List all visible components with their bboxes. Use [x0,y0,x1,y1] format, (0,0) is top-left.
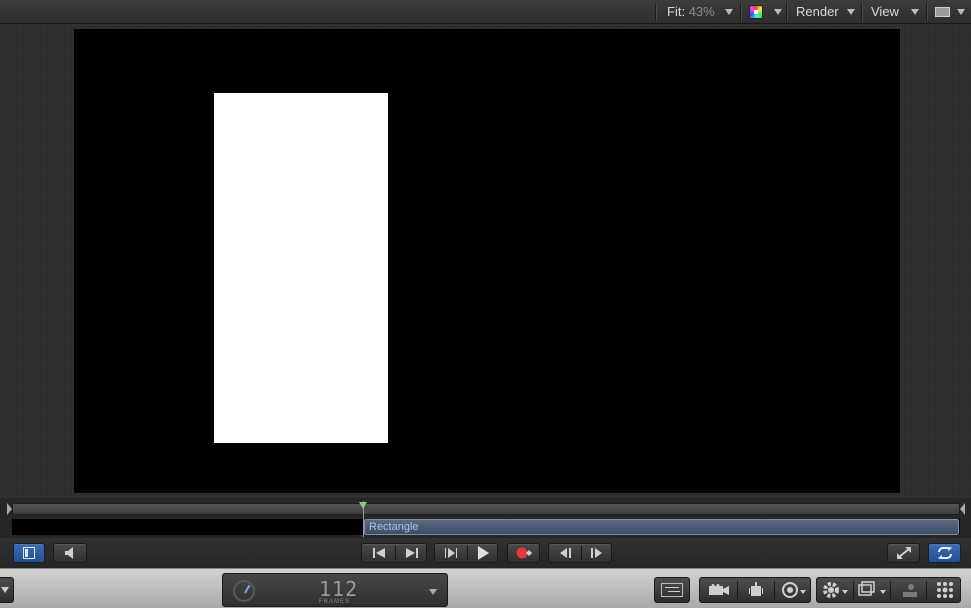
frame-number: 112 [319,577,359,601]
loop-icon [929,544,960,562]
keyframe-editor-button[interactable] [654,577,690,603]
camera-tools-group [699,577,811,603]
canvas-viewport [0,24,971,498]
left-panel-dropdown-button[interactable] [0,577,14,603]
divider [655,3,656,21]
behavior-icon[interactable] [775,578,812,602]
play-range-end-marker-icon[interactable] [960,503,965,515]
channels-dropdown-arrow-icon[interactable] [774,9,782,15]
frame-step-group [548,543,612,563]
mini-timeline: Rectangle [0,498,971,538]
transport-bar [0,538,971,568]
render-menu[interactable]: Render [796,0,839,24]
timeline-ruler[interactable] [12,503,960,515]
particles-icon[interactable] [927,578,962,602]
go-to-end-icon[interactable] [395,544,428,562]
color-channels-icon[interactable] [749,5,763,19]
timing-dropdown-arrow-icon[interactable] [429,589,437,595]
camera-icon[interactable] [700,578,737,602]
speaker-icon [54,544,86,562]
canvas[interactable] [74,29,900,493]
record-icon [508,544,539,562]
window-layout-icon[interactable] [935,7,950,17]
view-menu[interactable]: View [871,0,899,24]
bottom-toolbar: 112 FRAMES [0,568,971,608]
divider [861,3,862,21]
go-to-start-icon[interactable] [362,544,395,562]
divider [786,3,787,21]
render-dropdown-arrow-icon[interactable] [847,9,855,15]
gear-icon[interactable] [817,578,853,602]
record-button[interactable] [507,543,540,563]
fit-zoom-menu[interactable]: Fit: 43% [667,0,715,24]
fit-dropdown-arrow-icon[interactable] [725,9,733,15]
play-icon[interactable] [467,544,499,562]
layers-icon[interactable] [854,578,890,602]
expand-icon [888,544,919,562]
motion-canvas-window: Fit: 43% Render View Rectangle 112 FRAME… [0,0,971,608]
previous-frame-icon[interactable] [549,544,581,562]
fit-value: 43% [688,4,715,19]
options-group [816,577,961,603]
fit-label: Fit: [667,4,686,19]
light-icon[interactable] [738,578,774,602]
playhead-handle-icon[interactable] [359,502,367,509]
loop-playback-button[interactable] [928,543,961,563]
chevron-down-icon [1,587,9,593]
timing-display[interactable]: 112 FRAMES [222,573,448,607]
clip-rectangle[interactable]: Rectangle [364,519,959,535]
keyframes-icon [661,583,683,597]
canvas-toolbar: Fit: 43% Render View [0,0,971,24]
view-dropdown-arrow-icon[interactable] [911,9,919,15]
divider [926,3,927,21]
next-frame-icon[interactable] [581,544,613,562]
clip-label: Rectangle [369,521,419,533]
divider [740,3,741,21]
rectangle-shape[interactable] [214,93,388,443]
layout-dropdown-arrow-icon[interactable] [957,9,965,15]
full-screen-button[interactable] [887,543,920,563]
audio-mute-button[interactable] [53,543,87,563]
stamp-icon[interactable] [891,578,926,602]
timeline-toggle-icon [14,544,44,562]
play-from-start-icon[interactable] [435,544,467,562]
show-hide-timeline-button[interactable] [13,543,45,563]
go-to-start-end-group [361,543,427,563]
frame-unit-label: FRAMES [319,599,351,605]
clock-icon [233,580,255,602]
play-group [434,543,498,563]
